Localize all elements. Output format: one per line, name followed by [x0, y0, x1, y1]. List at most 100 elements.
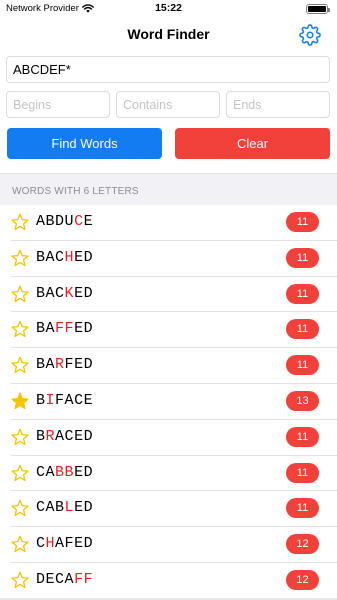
word-letter: B: [55, 499, 65, 517]
ends-input[interactable]: [226, 91, 330, 118]
word-row[interactable]: CHAFED 12: [11, 527, 337, 563]
score-badge: 13: [286, 390, 319, 411]
word-letter: F: [55, 391, 65, 409]
word-letter: A: [36, 213, 46, 230]
word-row[interactable]: BIFACE 13: [11, 384, 337, 420]
results-section-header: WORDS WITH 6 LETTERS: [0, 173, 337, 205]
word-letter: D: [83, 356, 94, 374]
word-letter: I: [45, 391, 56, 409]
star-outline-icon[interactable]: [11, 428, 29, 446]
word-letter: E: [74, 284, 84, 302]
word-letter: A: [55, 427, 65, 445]
word-letter: B: [36, 427, 46, 445]
clear-button[interactable]: Clear: [175, 128, 330, 159]
word-letter: D: [83, 248, 94, 266]
word-letter: C: [36, 535, 46, 553]
word-letter: B: [36, 391, 46, 409]
word-letter: D: [83, 427, 94, 445]
word-letter: R: [55, 356, 65, 374]
star-outline-icon[interactable]: [11, 499, 29, 517]
word-letter: A: [64, 570, 75, 588]
word-row[interactable]: CABLED 11: [11, 491, 337, 528]
word-row[interactable]: ABDUCE 11: [11, 205, 337, 241]
score-badge: 11: [286, 426, 319, 447]
word-text: BRACED: [36, 428, 93, 445]
word-row[interactable]: BRACED 11: [11, 420, 337, 456]
word-letter: D: [83, 463, 94, 481]
star-outline-icon[interactable]: [11, 571, 29, 589]
word-text: BACHED: [36, 249, 93, 266]
word-letter: E: [74, 427, 84, 445]
score-badge: 11: [286, 212, 319, 232]
word-letter: E: [74, 499, 84, 517]
word-letter: E: [74, 463, 84, 481]
settings-button[interactable]: [299, 24, 321, 46]
word-letter: K: [64, 284, 75, 302]
word-letter: E: [74, 248, 84, 266]
word-letter: R: [45, 427, 56, 445]
word-letter: E: [45, 570, 56, 588]
word-letter: E: [74, 535, 84, 553]
score-badge: 11: [286, 462, 319, 483]
star-outline-icon[interactable]: [11, 356, 29, 374]
word-row[interactable]: CABBED 11: [11, 456, 337, 492]
score-badge: 11: [286, 283, 319, 304]
score-badge: 11: [286, 498, 319, 519]
word-text: BIFACE: [36, 392, 93, 409]
word-letter: H: [64, 248, 75, 266]
word-letter: B: [64, 463, 75, 481]
word-letter: F: [64, 320, 75, 338]
word-letter: D: [83, 320, 94, 338]
word-row[interactable]: DECAFF 12: [11, 563, 337, 599]
section-title: WORDS WITH 6 LETTERS: [12, 186, 139, 197]
score-badge: 11: [286, 355, 319, 376]
contains-input[interactable]: [116, 91, 220, 118]
word-letter: A: [45, 356, 56, 374]
page-title: Word Finder: [127, 26, 210, 42]
word-letter: F: [74, 570, 84, 588]
word-letter: E: [83, 213, 94, 230]
word-letter: D: [83, 535, 94, 553]
star-outline-icon[interactable]: [11, 535, 29, 553]
word-letter: D: [36, 570, 46, 588]
score-badge: 11: [286, 247, 319, 268]
word-letter: C: [74, 213, 84, 230]
find-words-button[interactable]: Find Words: [7, 128, 162, 159]
word-text: DECAFF: [36, 571, 93, 588]
word-letter: U: [64, 213, 75, 230]
word-letter: E: [83, 391, 94, 409]
word-letter: A: [55, 535, 65, 553]
begins-input[interactable]: [6, 91, 110, 118]
word-letter: F: [55, 320, 65, 338]
word-letter: A: [45, 499, 56, 517]
word-letter: C: [36, 463, 46, 481]
word-row[interactable]: BAFFED 11: [11, 312, 337, 349]
word-letter: D: [55, 213, 65, 230]
star-outline-icon[interactable]: [11, 249, 29, 267]
word-letter: C: [64, 427, 75, 445]
word-text: CABBED: [36, 464, 93, 481]
star-filled-icon[interactable]: [11, 392, 29, 410]
word-letter: D: [83, 499, 94, 517]
pattern-input[interactable]: [6, 56, 330, 83]
word-row[interactable]: BARFED 11: [11, 348, 337, 384]
word-text: BARFED: [36, 356, 93, 373]
nav-bar: Word Finder: [0, 18, 337, 52]
star-outline-icon[interactable]: [11, 213, 29, 231]
star-outline-icon[interactable]: [11, 320, 29, 338]
word-text: ABDUCE: [36, 213, 93, 230]
word-letter: B: [36, 356, 46, 374]
word-letter: F: [64, 535, 75, 553]
word-letter: F: [64, 356, 75, 374]
word-letter: B: [36, 284, 46, 302]
word-letter: B: [55, 463, 65, 481]
word-row[interactable]: BACHED 11: [11, 241, 337, 277]
star-outline-icon[interactable]: [11, 464, 29, 482]
word-row[interactable]: BACKED 11: [11, 277, 337, 313]
star-outline-icon[interactable]: [11, 285, 29, 303]
score-badge: 12: [286, 534, 319, 555]
gear-icon: [299, 24, 321, 46]
word-letter: A: [45, 284, 56, 302]
word-text: CABLED: [36, 499, 93, 516]
score-badge: 12: [286, 569, 319, 590]
